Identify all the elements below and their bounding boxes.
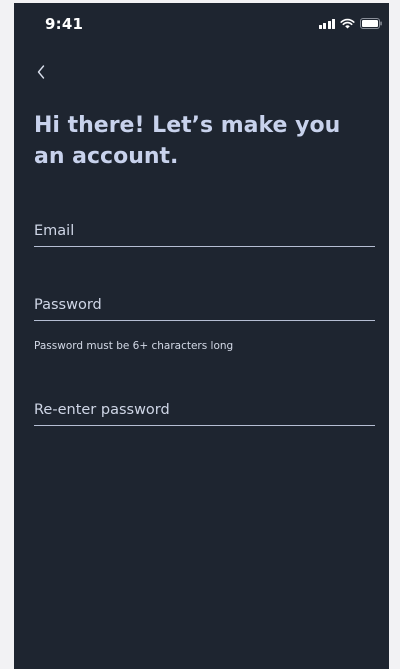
status-icons xyxy=(318,17,383,29)
page-title: Hi there! Let’s make you an account. xyxy=(34,113,341,169)
status-bar: 9:41 xyxy=(14,3,389,43)
battery-icon xyxy=(360,18,382,29)
back-button[interactable] xyxy=(30,57,52,87)
email-field-group xyxy=(34,216,375,247)
password-helper-text: Password must be 6+ characters long xyxy=(34,340,234,352)
status-time: 9:41 xyxy=(45,15,84,33)
reenter-password-field-group xyxy=(34,395,375,426)
chevron-left-icon xyxy=(37,65,45,79)
reenter-password-field[interactable] xyxy=(34,395,375,426)
email-field[interactable] xyxy=(34,216,375,247)
wifi-icon xyxy=(340,18,355,29)
signup-screen: 9:41 Hi there! Let’s make you an account… xyxy=(14,3,389,669)
signal-icon xyxy=(318,18,335,29)
password-field[interactable] xyxy=(34,290,375,321)
password-field-group xyxy=(34,290,375,321)
